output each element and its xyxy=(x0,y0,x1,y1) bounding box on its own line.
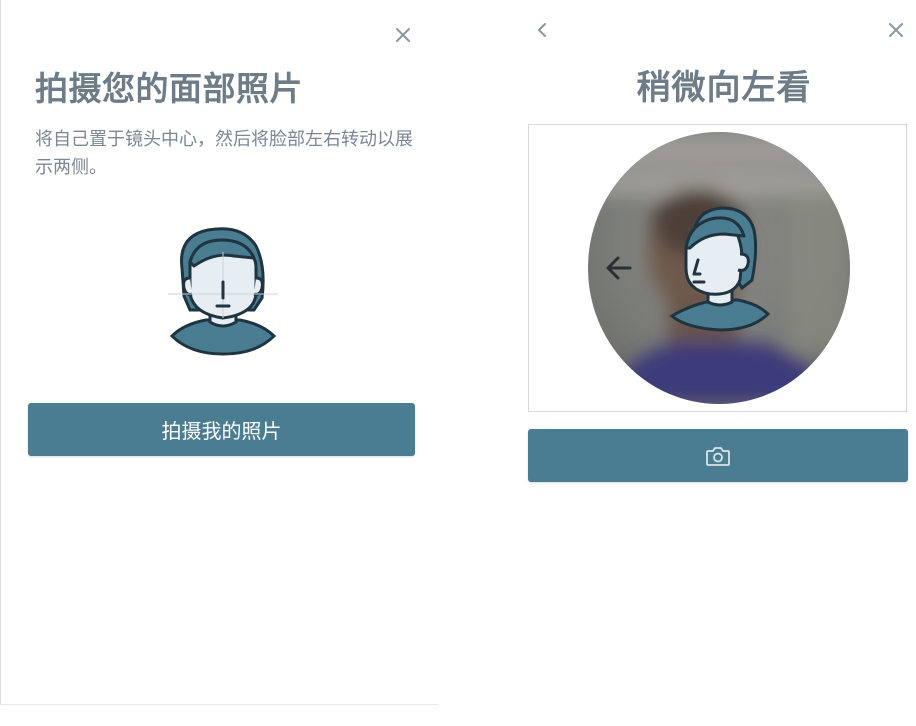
chevron-left-icon xyxy=(538,23,546,37)
close-icon xyxy=(889,23,903,37)
take-photo-button[interactable]: 拍摄我的照片 xyxy=(28,403,415,456)
capture-button[interactable] xyxy=(528,429,908,482)
camera-feed xyxy=(588,132,850,404)
close-icon xyxy=(396,28,410,42)
camera-viewfinder xyxy=(528,124,907,412)
face-illustration xyxy=(168,227,278,356)
right-panel: 稍微向左看 xyxy=(510,0,916,726)
back-button[interactable] xyxy=(530,18,554,42)
direction-title: 稍微向左看 xyxy=(636,68,812,108)
camera-icon xyxy=(706,446,730,466)
close-button-right[interactable] xyxy=(884,18,908,42)
page-title: 拍摄您的面部照片 xyxy=(35,69,303,108)
left-panel: 拍摄您的面部照片 将自己置于镜头中心，然后将脸部左右转动以展示两侧。 拍摄我的照… xyxy=(0,0,438,705)
take-photo-label: 拍摄我的照片 xyxy=(161,419,282,443)
close-button[interactable] xyxy=(391,23,415,47)
instruction-text: 将自己置于镜头中心，然后将脸部左右转动以展示两侧。 xyxy=(35,129,413,178)
